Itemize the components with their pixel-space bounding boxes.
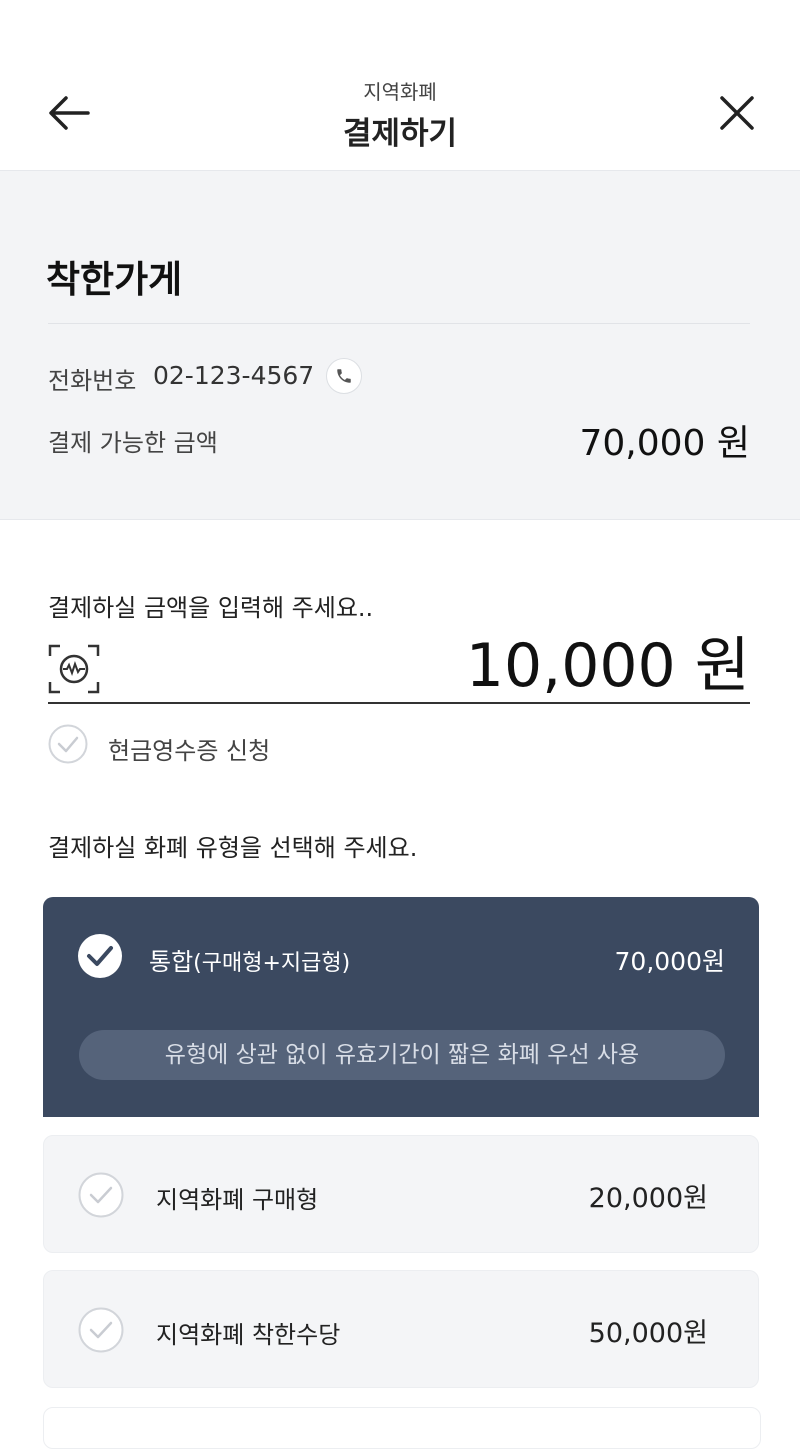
- phone-label: 전화번호: [48, 367, 137, 395]
- app-header: 지역화폐 결제하기: [0, 0, 800, 171]
- option-note: 유형에 상관 없이 유효기간이 짧은 화폐 우선 사용: [79, 1030, 725, 1080]
- option-label: 통합(구매형+지급형): [149, 942, 350, 977]
- cash-receipt-label[interactable]: 현금영수증 신청: [108, 731, 270, 766]
- scan-icon: [48, 644, 100, 694]
- currency-option-allowance[interactable]: 지역화폐 착한수당 50,000원: [43, 1270, 759, 1388]
- radio-checked: [77, 933, 123, 979]
- call-button[interactable]: [326, 358, 362, 394]
- phone-number: 02-123-4567: [153, 361, 315, 390]
- radio-unchecked: [78, 1172, 124, 1218]
- store-name: 착한가게: [46, 258, 183, 301]
- close-icon: [720, 96, 754, 130]
- option-label-main: 통합: [149, 948, 194, 976]
- amount-prompt: 결제하실 금액을 입력해 주세요..: [48, 594, 374, 622]
- close-button[interactable]: [712, 88, 762, 138]
- amount-input[interactable]: 10,000 원: [466, 630, 750, 702]
- available-amount-value: 70,000 원: [579, 423, 750, 464]
- next-option-card: [43, 1407, 761, 1449]
- header-subtitle: 지역화폐: [363, 80, 437, 104]
- available-amount-label: 결제 가능한 금액: [48, 429, 218, 457]
- amount-input-underline: [48, 702, 750, 704]
- option-label: 지역화폐 구매형: [156, 1186, 319, 1214]
- currency-type-prompt: 결제하실 화폐 유형을 선택해 주세요.: [48, 834, 418, 862]
- check-circle-icon: [78, 1307, 124, 1353]
- phone-icon: [337, 369, 351, 383]
- check-circle-filled-icon: [78, 934, 122, 978]
- option-label-paren: (구매형+지급형): [193, 951, 351, 976]
- option-label: 지역화폐 착한수당: [156, 1321, 341, 1349]
- radio-unchecked: [78, 1307, 124, 1353]
- divider: [48, 323, 750, 324]
- page-title: 결제하기: [342, 116, 458, 152]
- scan-button[interactable]: [48, 644, 100, 694]
- cash-receipt-checkbox[interactable]: [48, 724, 88, 764]
- check-circle-icon: [78, 1172, 124, 1218]
- store-info-panel: 착한가게 전화번호 02-123-4567 결제 가능한 금액 70,000 원: [0, 171, 800, 520]
- currency-option-integrated[interactable]: 통합(구매형+지급형) 70,000원 유형에 상관 없이 유효기간이 짧은 화…: [43, 897, 759, 1117]
- option-amount: 70,000원: [614, 947, 725, 976]
- option-amount: 50,000원: [588, 1318, 708, 1349]
- currency-option-purchase[interactable]: 지역화폐 구매형 20,000원: [43, 1135, 759, 1253]
- check-circle-icon: [48, 724, 88, 764]
- option-amount: 20,000원: [588, 1183, 708, 1214]
